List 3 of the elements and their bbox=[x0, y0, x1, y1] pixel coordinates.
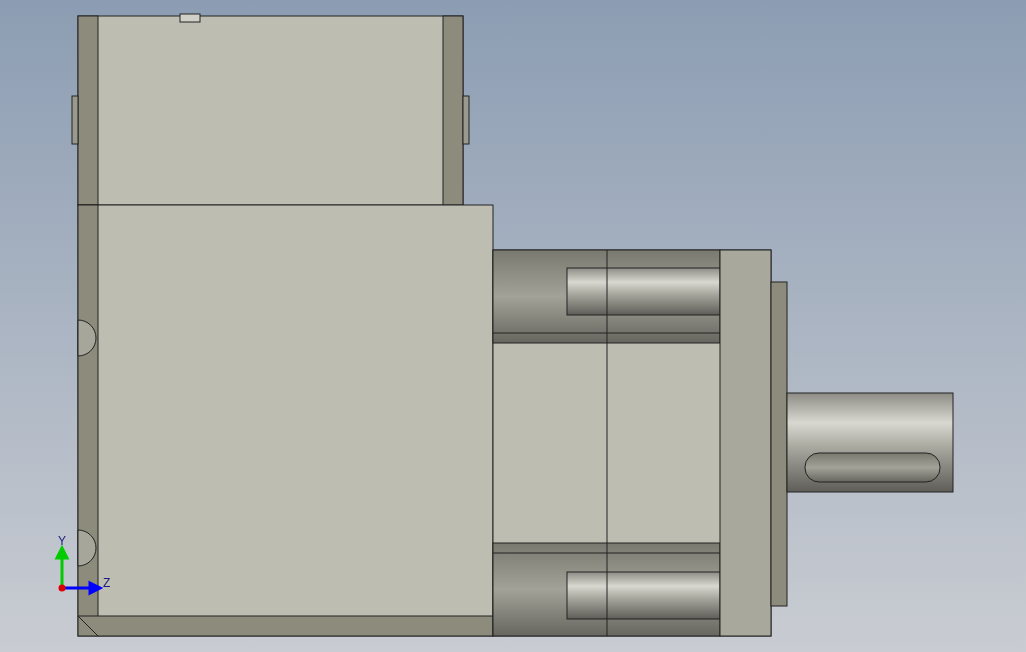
origin-dot bbox=[58, 584, 66, 592]
axis-label: Y bbox=[58, 534, 66, 548]
axis-label: Z bbox=[103, 576, 111, 590]
